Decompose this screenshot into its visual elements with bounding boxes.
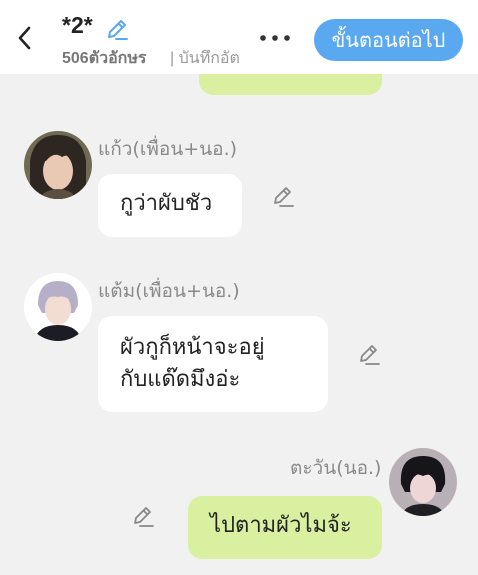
message-text: กูว่าผับชัว: [120, 191, 213, 216]
edit-message-button[interactable]: [270, 184, 296, 210]
top-bar: *2* 506ตัวอักษร | บันทึกอัตโนมัติ ขั้นตอ…: [0, 0, 478, 74]
avatar[interactable]: [389, 448, 457, 516]
my-message-bubble[interactable]: ไปตามผัวไมจ้ะ: [188, 496, 382, 559]
speaker-name: แก้ว(เพื่อน+นอ.): [98, 138, 238, 160]
message-text-line: กับแด๊ดมึงอ่ะ: [120, 367, 241, 392]
character-count: 506ตัวอักษร: [62, 50, 147, 67]
message-bubble[interactable]: ผัวกูก็หน้าจะอยู่ กับแด๊ดมึงอ่ะ: [98, 316, 328, 412]
next-step-button[interactable]: ขั้นตอนต่อไป: [314, 19, 463, 61]
avatar[interactable]: [24, 273, 92, 341]
pencil-icon: [360, 345, 380, 365]
more-horizontal-icon: [260, 35, 290, 41]
avatar[interactable]: [24, 131, 92, 199]
pencil-icon: [274, 187, 294, 207]
message-text: ไปตามผัวไมจ้ะ: [210, 513, 352, 538]
character-avatar-image: [389, 448, 457, 516]
autosave-status: | บันทึกอัตโนมัติ: [170, 50, 240, 67]
speaker-name: ตะวัน(นอ.): [290, 457, 382, 479]
back-button[interactable]: [14, 24, 36, 52]
speaker-name: แต้ม(เพื่อน+นอ.): [98, 280, 240, 302]
message-bubble[interactable]: กูว่าผับชัว: [98, 174, 242, 237]
edit-message-button[interactable]: [130, 504, 156, 530]
more-options-button[interactable]: [256, 28, 294, 48]
chevron-left-icon: [18, 26, 31, 50]
story-title[interactable]: *2*: [62, 12, 93, 39]
pencil-icon: [134, 507, 154, 527]
edit-message-button[interactable]: [356, 342, 382, 368]
character-avatar-image: [24, 273, 92, 341]
pencil-icon: [108, 20, 128, 40]
message-text-line: ผัวกูก็หน้าจะอยู่: [120, 335, 265, 360]
character-avatar-image: [24, 131, 92, 199]
edit-title-button[interactable]: [104, 16, 130, 42]
